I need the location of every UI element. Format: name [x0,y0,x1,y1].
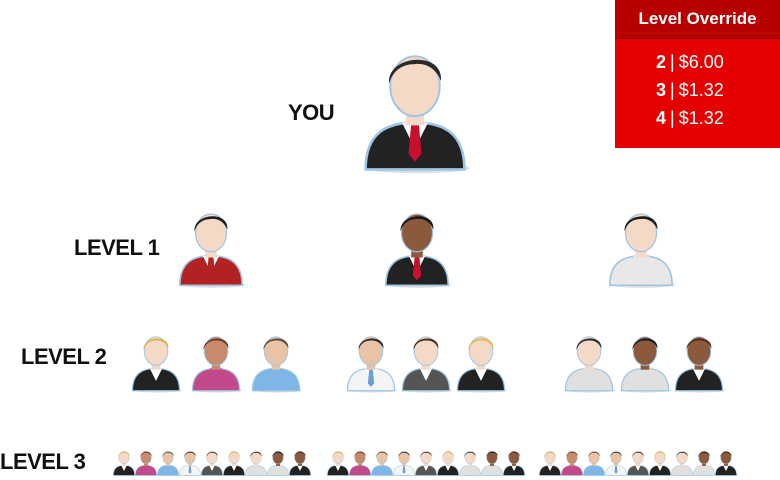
waitress-dark-icon [668,330,730,393]
businesswoman-icon [170,205,252,288]
level-2-label: LEVEL 2 [21,344,107,369]
woman-hat-icon [185,330,247,393]
override-amount: $1.32 [678,80,724,100]
woman-brown-icon [395,330,457,393]
override-row-level-4: 4 | $1.32 [656,108,724,128]
waiter-blonde-icon [125,330,187,393]
waitress-blonde-icon [450,330,512,393]
small-person-icon [286,448,314,477]
override-row-level-2: 2 | $6.00 [656,52,724,72]
woman-icon [600,205,682,288]
override-amount: $1.32 [678,108,724,128]
override-amount: $6.00 [678,52,724,72]
level-3-label: LEVEL 3 [0,449,86,474]
level-override-rows: 2 | $6.00 3 | $1.32 4 | $1.32 [615,39,780,132]
override-level: 2 [656,52,667,72]
small-person-icon [500,448,528,477]
level-override-title: Level Override [615,0,780,39]
man-shirt-icon [340,330,402,393]
businessman-icon [350,42,480,174]
level-1-label: LEVEL 1 [74,235,160,260]
man-gray-icon [558,330,620,393]
override-row-level-3: 3 | $1.32 [656,80,724,100]
override-level: 4 [656,108,667,128]
override-level: 3 [656,80,667,100]
root-label: YOU [288,100,335,125]
level-override-panel: Level Override 2 | $6.00 3 | $1.32 4 | $1.32 [615,0,780,148]
businessman-icon [376,205,458,288]
man-casual-icon [245,330,307,393]
woman-dark-icon [614,330,676,393]
small-person-icon [712,448,740,477]
